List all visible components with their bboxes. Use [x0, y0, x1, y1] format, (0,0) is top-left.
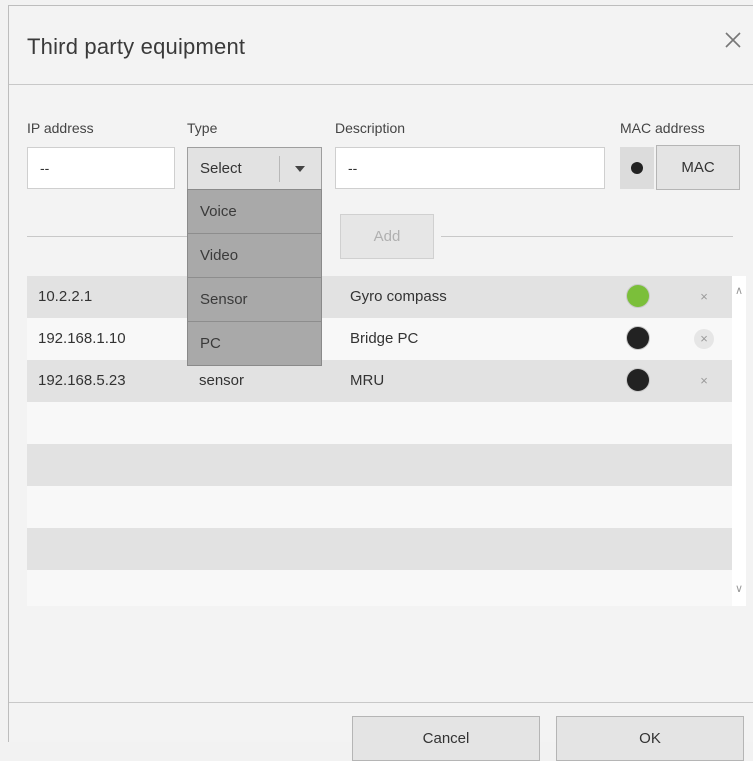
empty-row: [27, 528, 732, 570]
row-description: MRU: [350, 372, 385, 389]
status-online-icon: [627, 285, 649, 307]
row-ip: 192.168.1.10: [38, 330, 126, 347]
remove-row-icon[interactable]: ×: [694, 287, 714, 307]
chevron-down-icon: [295, 166, 305, 172]
cancel-button[interactable]: Cancel: [352, 716, 540, 761]
add-button[interactable]: Add: [340, 214, 434, 259]
type-select-value: Select: [200, 160, 242, 177]
ip-address-input[interactable]: --: [27, 147, 175, 189]
mac-button[interactable]: MAC: [656, 145, 740, 190]
row-description: Bridge PC: [350, 330, 419, 347]
header-divider: [9, 84, 753, 85]
remove-row-icon[interactable]: ×: [694, 329, 714, 349]
empty-row: [27, 486, 732, 528]
select-separator: [279, 156, 280, 182]
empty-row: [27, 444, 732, 486]
row-type: sensor: [199, 372, 245, 389]
dialog-title: Third party equipment: [27, 34, 246, 59]
ip-address-label: IP address: [27, 120, 94, 136]
dropdown-option-video[interactable]: Video: [188, 234, 321, 278]
footer-divider: [9, 702, 753, 703]
table-row[interactable]: 192.168.1.10 Bridge PC ×: [27, 318, 732, 360]
table-row[interactable]: 10.2.2.1 Gyro compass ×: [27, 276, 732, 318]
table-scrollbar[interactable]: ∧ ∨: [732, 276, 746, 606]
mac-status-indicator-icon: [631, 162, 643, 174]
dropdown-option-voice[interactable]: Voice: [188, 190, 321, 234]
table-row[interactable]: 192.168.5.23 sensor MRU ×: [27, 360, 732, 402]
dropdown-option-pc[interactable]: PC: [188, 322, 321, 365]
equipment-table: 10.2.2.1 Gyro compass × 192.168.1.10 Bri…: [27, 276, 732, 606]
ok-button[interactable]: OK: [556, 716, 744, 761]
status-offline-icon: [627, 327, 649, 349]
status-offline-icon: [627, 369, 649, 391]
scroll-down-icon[interactable]: ∨: [732, 582, 746, 596]
dropdown-option-sensor[interactable]: Sensor: [188, 278, 321, 322]
mac-address-label: MAC address: [620, 120, 705, 136]
row-description: Gyro compass: [350, 288, 447, 305]
description-label: Description: [335, 120, 406, 136]
mac-status-box: [620, 147, 654, 189]
empty-row: [27, 570, 732, 606]
empty-row: [27, 402, 732, 444]
description-input[interactable]: --: [335, 147, 605, 189]
row-ip: 10.2.2.1: [38, 288, 93, 305]
row-ip: 192.168.5.23: [38, 372, 126, 389]
add-divider-left: [27, 236, 187, 237]
remove-row-icon[interactable]: ×: [694, 371, 714, 391]
type-dropdown-menu: Voice Video Sensor PC: [187, 189, 322, 366]
type-label: Type: [187, 120, 218, 136]
close-icon[interactable]: [721, 28, 745, 52]
add-divider-right: [441, 236, 733, 237]
scroll-up-icon[interactable]: ∧: [732, 284, 746, 298]
type-select[interactable]: Select: [187, 147, 322, 190]
